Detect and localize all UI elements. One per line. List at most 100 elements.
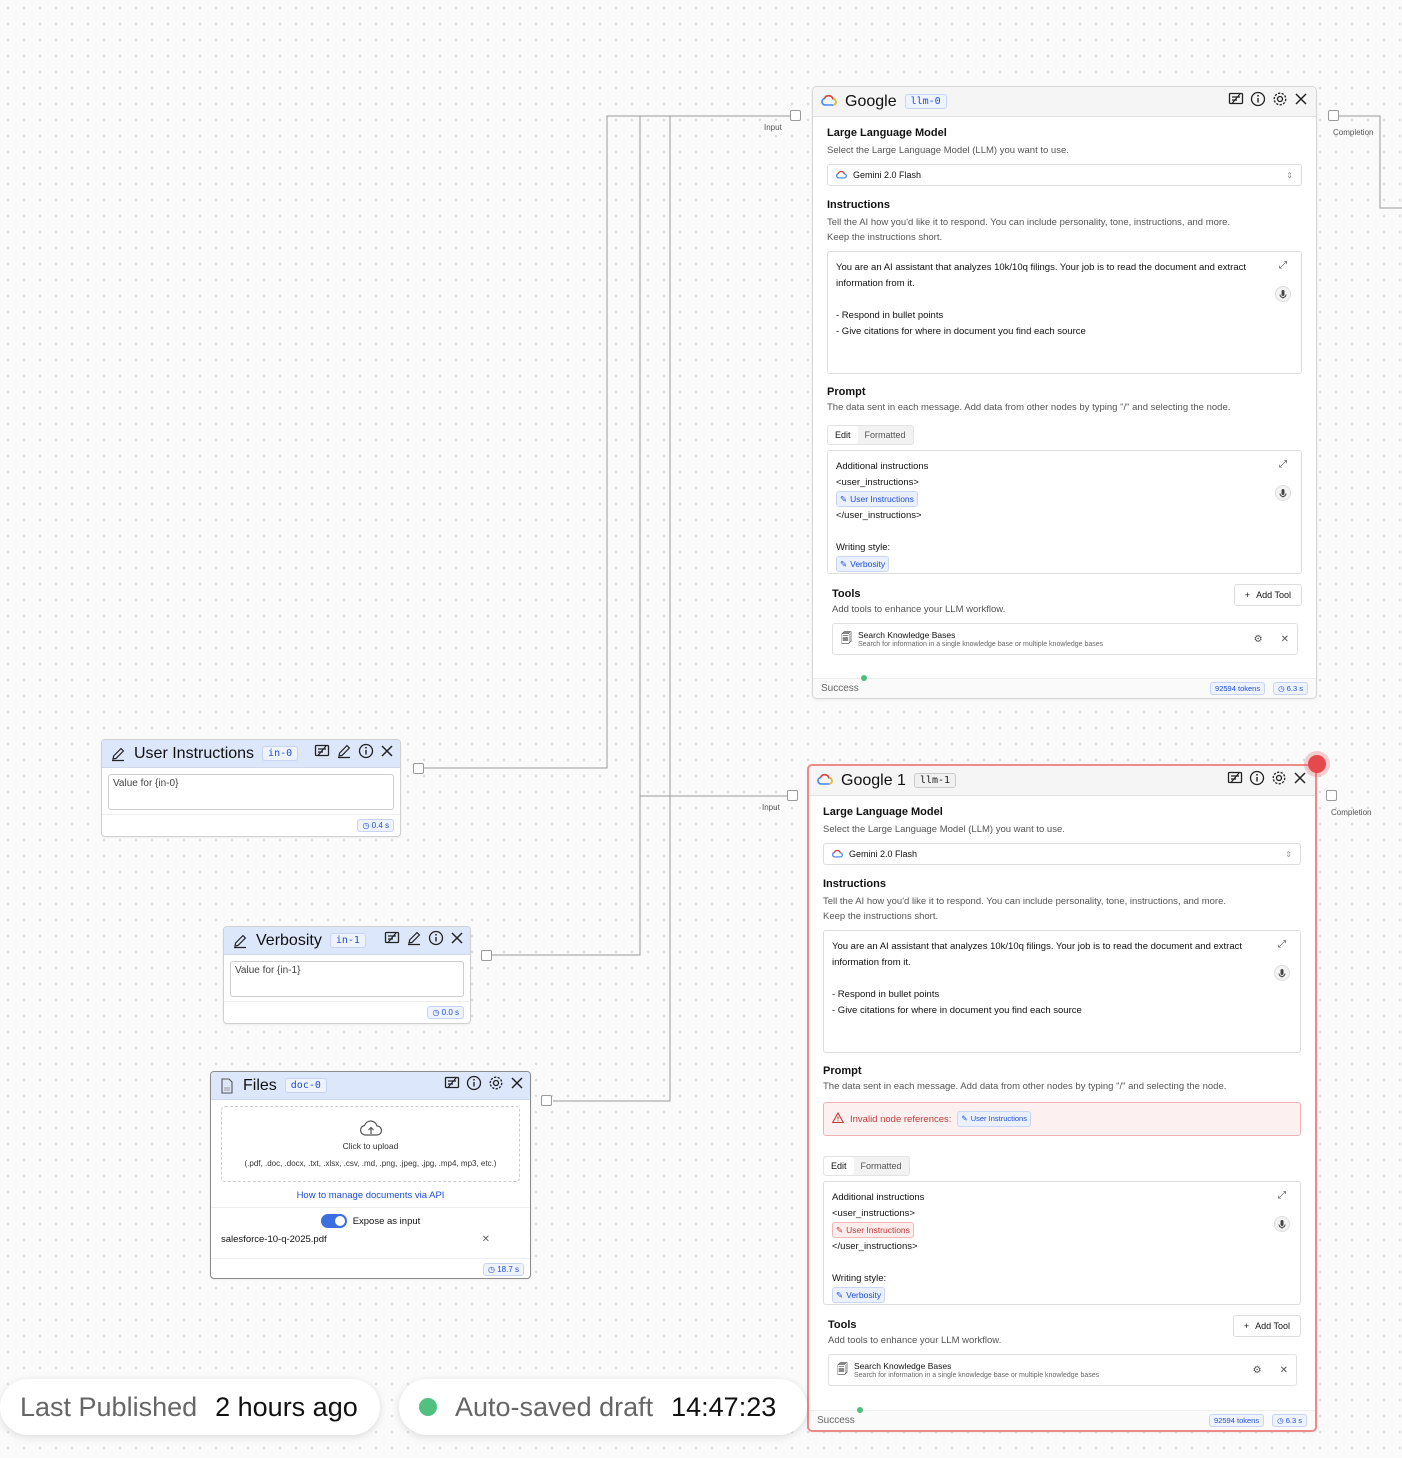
- google-llm-node[interactable]: Google llm-0 Large Language Model Select…: [812, 86, 1317, 699]
- expand-icon[interactable]: ⤢: [1279, 457, 1287, 473]
- comment-icon[interactable]: [444, 1075, 460, 1096]
- expose-label: Expose as input: [352, 1215, 421, 1227]
- value-input[interactable]: Value for {in-0}: [108, 774, 394, 810]
- close-icon[interactable]: ✕: [1280, 1365, 1288, 1376]
- instructions-line: - Give citations for where in document y…: [832, 1005, 1082, 1016]
- pencil-icon[interactable]: [336, 743, 352, 764]
- tab-edit[interactable]: Edit: [828, 426, 858, 444]
- close-icon[interactable]: [1293, 771, 1307, 790]
- close-icon[interactable]: [380, 744, 394, 763]
- model-select[interactable]: Gemini 2.0 Flash ⇕: [827, 164, 1302, 186]
- node-reference-chip[interactable]: ✎ User Instructions: [836, 491, 918, 507]
- error-indicator-dot[interactable]: [1308, 755, 1326, 773]
- tab-formatted[interactable]: Formatted: [858, 426, 913, 444]
- comment-icon[interactable]: [384, 930, 400, 951]
- document-search-icon: 🗐: [837, 1363, 848, 1376]
- verbosity-node[interactable]: Verbosity in-1 Value for {in-1} ◷ 0.0 s: [223, 926, 471, 1024]
- instructions-line: You are an AI assistant that analyzes 10…: [836, 262, 1246, 273]
- remove-file-icon[interactable]: ✕: [482, 1234, 490, 1245]
- google1-llm-node[interactable]: Google 1 llm-1 Large Language Model Sele…: [807, 764, 1317, 1432]
- add-tool-button[interactable]: + Add Tool: [1232, 1315, 1301, 1337]
- comment-icon[interactable]: [1227, 770, 1243, 791]
- draft-time: 14:47:23: [671, 1391, 777, 1422]
- gear-icon[interactable]: [1272, 91, 1288, 112]
- close-icon[interactable]: ✕: [1281, 634, 1289, 645]
- microphone-icon[interactable]: [1275, 286, 1291, 308]
- expand-icon[interactable]: ⤢: [1279, 258, 1287, 274]
- tab-formatted[interactable]: Formatted: [854, 1157, 909, 1175]
- google-completion-handle[interactable]: [1328, 110, 1339, 121]
- gear-icon[interactable]: ⚙: [1253, 1365, 1262, 1376]
- user-instructions-output-handle[interactable]: [413, 763, 424, 774]
- close-icon[interactable]: [510, 1076, 524, 1095]
- user-instructions-node[interactable]: User Instructions in-0 Value for {in-0} …: [101, 739, 401, 837]
- node-id-tag: doc-0: [284, 1078, 327, 1093]
- google-input-handle[interactable]: [790, 110, 801, 121]
- prompt-textarea[interactable]: Additional instructions <user_instructio…: [827, 450, 1302, 574]
- gear-icon[interactable]: [1271, 770, 1287, 791]
- info-icon[interactable]: [428, 930, 444, 951]
- node-header[interactable]: Google 1 llm-1: [809, 766, 1315, 796]
- pencil-icon: [230, 931, 250, 951]
- google1-completion-handle[interactable]: [1326, 790, 1337, 801]
- files-output-handle[interactable]: [541, 1095, 552, 1106]
- manage-documents-link[interactable]: How to manage documents via API: [211, 1190, 530, 1201]
- node-header[interactable]: Google llm-0: [813, 87, 1316, 117]
- info-icon[interactable]: [466, 1075, 482, 1096]
- pencil-icon: [108, 744, 128, 764]
- upload-dropzone[interactable]: Click to upload (.pdf, .doc, .docx, .txt…: [221, 1106, 520, 1182]
- node-header[interactable]: User Instructions in-0: [102, 740, 400, 768]
- verbosity-output-handle[interactable]: [481, 950, 492, 961]
- microphone-icon[interactable]: [1275, 485, 1291, 507]
- value-input[interactable]: Value for {in-1}: [230, 961, 464, 997]
- gear-icon[interactable]: ⚙: [1254, 634, 1263, 645]
- instructions-desc: Tell the AI how you'd like it to respond…: [823, 896, 1226, 922]
- workflow-canvas[interactable]: Input Completion Input Completion Google…: [0, 0, 1402, 1458]
- prompt-title: Prompt: [827, 386, 866, 398]
- file-name: salesforce-10-q-2025.pdf: [221, 1234, 327, 1245]
- instructions-line: You are an AI assistant that analyzes 10…: [832, 941, 1242, 952]
- prompt-line: </user_instructions>: [832, 1241, 918, 1252]
- edge-verbosity-to-google: [492, 115, 790, 956]
- llm-section-title: Large Language Model: [827, 127, 947, 139]
- model-select[interactable]: Gemini 2.0 Flash ⇕: [823, 843, 1301, 865]
- expose-as-input-toggle[interactable]: [320, 1214, 347, 1228]
- edge-files-to-google: [553, 115, 790, 1102]
- invalid-node-reference-chip[interactable]: ✎ User Instructions: [832, 1222, 914, 1238]
- time-badge: ◷ 0.0 s: [427, 1006, 464, 1019]
- node-title: User Instructions: [134, 744, 255, 762]
- microphone-icon[interactable]: [1274, 1216, 1290, 1238]
- close-icon[interactable]: [1294, 92, 1308, 111]
- comment-icon[interactable]: [1228, 91, 1244, 112]
- node-header[interactable]: Files doc-0: [211, 1072, 530, 1100]
- node-reference-chip[interactable]: ✎ Verbosity: [832, 1287, 886, 1303]
- last-published-pill: Last Published 2 hours ago: [0, 1379, 380, 1435]
- info-icon[interactable]: [358, 743, 374, 764]
- prompt-line: <user_instructions>: [836, 477, 919, 488]
- info-icon[interactable]: [1250, 91, 1266, 112]
- gear-icon[interactable]: [488, 1075, 504, 1096]
- instructions-textarea[interactable]: You are an AI assistant that analyzes 10…: [827, 251, 1302, 374]
- expand-icon[interactable]: ⤢: [1278, 1188, 1286, 1204]
- prompt-textarea[interactable]: Additional instructions <user_instructio…: [823, 1181, 1301, 1305]
- google1-input-handle[interactable]: [787, 790, 798, 801]
- node-header[interactable]: Verbosity in-1: [224, 927, 470, 955]
- files-node[interactable]: Files doc-0 Click to upload (.pdf, .doc,…: [210, 1071, 531, 1279]
- time-badge: ◷ 0.4 s: [357, 819, 394, 832]
- plus-icon: +: [1243, 1321, 1250, 1331]
- expand-icon[interactable]: ⤢: [1278, 937, 1286, 953]
- node-footer: Success 92594 tokens ◷ 6.3 s: [813, 675, 1316, 698]
- node-reference-chip[interactable]: ✎ User Instructions: [957, 1111, 1031, 1127]
- node-reference-chip[interactable]: ✎ Verbosity: [836, 556, 890, 572]
- comment-icon[interactable]: [314, 743, 330, 764]
- pencil-icon[interactable]: [406, 930, 422, 951]
- add-tool-button[interactable]: + Add Tool: [1233, 584, 1302, 606]
- info-icon[interactable]: [1249, 770, 1265, 791]
- microphone-icon[interactable]: [1274, 965, 1290, 987]
- close-icon[interactable]: [450, 931, 464, 950]
- tool-card[interactable]: 🗐 Search Knowledge Bases Search for info…: [828, 1354, 1297, 1386]
- tool-card[interactable]: 🗐 Search Knowledge Bases Search for info…: [832, 623, 1298, 655]
- instructions-textarea[interactable]: You are an AI assistant that analyzes 10…: [823, 930, 1301, 1053]
- tab-edit[interactable]: Edit: [824, 1157, 854, 1175]
- status-dot: [857, 1407, 863, 1413]
